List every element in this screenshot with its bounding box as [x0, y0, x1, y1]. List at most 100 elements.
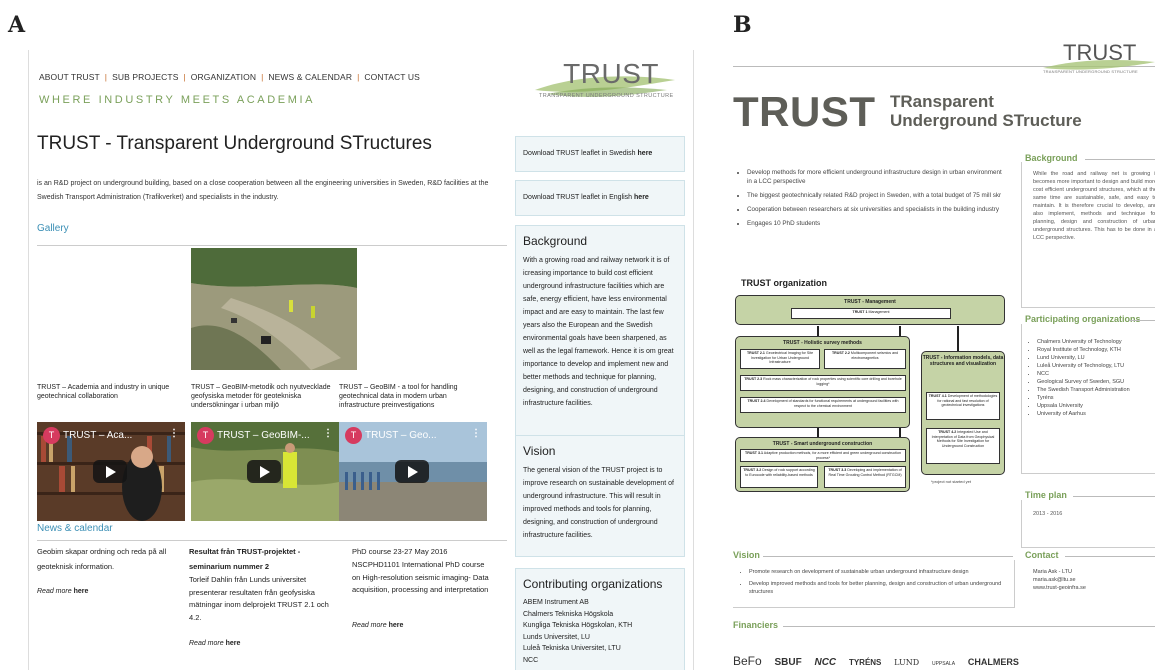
org-box-title: TRUST - Information models, data structu… [922, 355, 1004, 367]
org-item: Royal Institute of Technology, KTH [1037, 346, 1155, 354]
poster-vision-heading: Vision [733, 550, 760, 560]
news-title[interactable]: Resultat från TRUST-projektet - seminari… [189, 544, 339, 574]
bullet-item: The biggest geotechnically related R&D p… [747, 191, 1005, 200]
news-item-1: Geobim skapar ordning och reda på all ge… [37, 544, 187, 574]
read-more-here[interactable]: here [74, 588, 89, 595]
arrow-connector [817, 428, 819, 437]
poster-subtitle: TRansparent Underground STructure [890, 92, 1082, 130]
org-item-code: TRUST 2.4 [747, 399, 766, 403]
poster-title: TRUST [733, 88, 876, 135]
nav-news[interactable]: NEWS & CALENDAR [268, 72, 352, 82]
poster-panel: TRUST TRANSPARENT UNDERGROUND STRUCTURE … [733, 40, 1155, 670]
news-title[interactable]: PhD course 23-27 May 2016 [352, 544, 492, 559]
download-swedish-box[interactable]: Download TRUST leaflet in Swedish here [515, 136, 685, 172]
befo-logo: BeFo [733, 654, 762, 668]
vision-item: Promote research on development of susta… [749, 568, 1011, 576]
download-english-link[interactable]: here [634, 194, 649, 201]
more-options-icon[interactable]: ⋮ [323, 428, 333, 439]
more-options-icon[interactable]: ⋮ [169, 428, 179, 439]
org-item-code: TRUST 2.3 [744, 377, 763, 381]
video-title: TRUST – Aca... [63, 430, 133, 441]
poster-background-text: While the road and railway net is growin… [1033, 171, 1155, 241]
read-more-here[interactable]: here [389, 622, 404, 629]
org-item: TRUST 1 Management [791, 308, 951, 319]
nav-subprojects[interactable]: SUB PROJECTS [112, 72, 178, 82]
org-info-box: TRUST - Information models, data structu… [921, 351, 1005, 475]
org-item: TRUST 4.1 Development of methodologies f… [926, 392, 1000, 420]
org-item: TRUST 4.2 Integrated Use and Interpretat… [926, 428, 1000, 464]
org-item-desc: Management [868, 310, 890, 314]
video-title: TRUST – Geo... [365, 430, 437, 441]
arrow-connector [899, 326, 901, 336]
participating-heading: Participating organizations [1025, 314, 1141, 324]
video-thumbnail-3[interactable]: T TRUST – Geo... ⋮ [339, 422, 487, 521]
video-thumbnail-2[interactable]: T TRUST – GeoBIM-... ⋮ [191, 422, 339, 521]
contact-heading: Contact [1025, 550, 1059, 560]
news-title[interactable]: Geobim skapar ordning och reda på all ge… [37, 544, 187, 574]
site-logo[interactable]: TRUST TRANSPARENT UNDERGROUND STRUCTURE [527, 56, 677, 108]
video-thumbnail-1[interactable]: T TRUST – Aca... ⋮ [37, 422, 185, 521]
org-item: Luleå University of Technology, LTU [1037, 362, 1155, 370]
read-more-link[interactable]: Read more here [352, 622, 403, 629]
timeplan-frame [1021, 500, 1155, 548]
background-heading: Background [523, 234, 588, 248]
read-more-here[interactable]: here [226, 640, 241, 647]
subtitle-line: TRansparent [890, 92, 994, 111]
divider [1085, 159, 1155, 160]
download-swedish-link[interactable]: here [638, 150, 653, 157]
org-item-code: TRUST 1 [852, 310, 868, 314]
divider [1065, 556, 1155, 557]
play-icon[interactable] [247, 460, 281, 483]
read-more-link[interactable]: Read more here [189, 640, 240, 647]
read-more-link[interactable]: Read more here [37, 588, 88, 595]
org-item: TRUST 2.1 Geoelectrical Imaging for Site… [740, 349, 820, 369]
more-options-icon[interactable]: ⋮ [471, 428, 481, 439]
gallery-photo[interactable] [191, 248, 357, 370]
bullet-item: Develop methods for more efficient under… [747, 168, 1005, 186]
ncc-logo: NCC [814, 657, 837, 668]
contributing-heading: Contributing organizations [523, 577, 663, 591]
top-navigation: ABOUT TRUST | SUB PROJECTS | ORGANIZATION | NE… [39, 72, 420, 82]
arrow-connector [899, 428, 901, 437]
org-item: TRUST 3.2 Design of rock support accordi… [740, 466, 818, 488]
org-item: Uppsala University [1037, 402, 1155, 410]
video-title: TRUST – GeoBIM-... [217, 430, 310, 441]
org-holistic-box: TRUST - Holistic survey methods TRUST 2.… [735, 336, 910, 428]
sbuf-logo: SBUF [774, 657, 802, 668]
org-item-desc: Rock mass characterization of rock prope… [763, 377, 902, 386]
page-title: TRUST - Transparent Underground STructur… [37, 133, 432, 154]
gallery-caption-3: TRUST – GeoBIM - a tool for handling geo… [339, 384, 458, 409]
nav-organization[interactable]: ORGANIZATION [191, 72, 256, 82]
tyrens-logo: TYRÉNS [848, 658, 882, 667]
poster-bullets: Develop methods for more efficient under… [735, 168, 1005, 233]
contrib-item: Luleå Tekniska Universitet, LTU [523, 645, 621, 652]
org-item: TRUST 2.3 Rock mass characterization of … [740, 375, 906, 391]
nav-separator: | [261, 72, 264, 82]
news-body: Torleif Dahlin från Lunds universitet pr… [189, 575, 329, 622]
nav-separator: | [104, 72, 108, 82]
org-item-code: TRUST 4.1 [928, 394, 947, 398]
org-item-code: TRUST 4.2 [938, 430, 957, 434]
org-box-title: TRUST - Holistic survey methods [783, 340, 862, 346]
financiers-heading: Financiers [733, 620, 779, 630]
org-item: TRUST 2.2 Multicomponent seismics and el… [824, 349, 906, 369]
background-box: Background With a growing road and railw… [515, 225, 685, 455]
logo-title: TRUST [1063, 40, 1137, 65]
download-swedish-label: Download TRUST leaflet in Swedish [523, 150, 636, 157]
contact-website[interactable]: www.trust-geoinfra.se [1033, 584, 1086, 592]
play-icon[interactable] [395, 460, 429, 483]
nav-contact[interactable]: CONTACT US [364, 72, 419, 82]
site-tagline: WHERE INDUSTRY MEETS ACADEMIA [39, 94, 316, 106]
chalmers-logo: CHALMERS [967, 657, 1019, 667]
play-icon[interactable] [93, 460, 127, 483]
contact-email[interactable]: maria.ask@ltu.se [1033, 576, 1086, 584]
org-item-code: TRUST 2.1 [746, 351, 765, 355]
download-english-box[interactable]: Download TRUST leaflet in English here [515, 180, 685, 216]
nav-about[interactable]: ABOUT TRUST [39, 72, 100, 82]
logo-subtitle: TRANSPARENT UNDERGROUND STRUCTURE [1043, 69, 1138, 74]
poster-vision-list: Promote research on development of susta… [737, 568, 1011, 596]
channel-avatar: T [43, 427, 60, 444]
divider [1073, 496, 1155, 497]
org-item: TRUST 3.3 Developing and implementation … [824, 466, 906, 488]
read-more-label: Read more [37, 588, 72, 595]
